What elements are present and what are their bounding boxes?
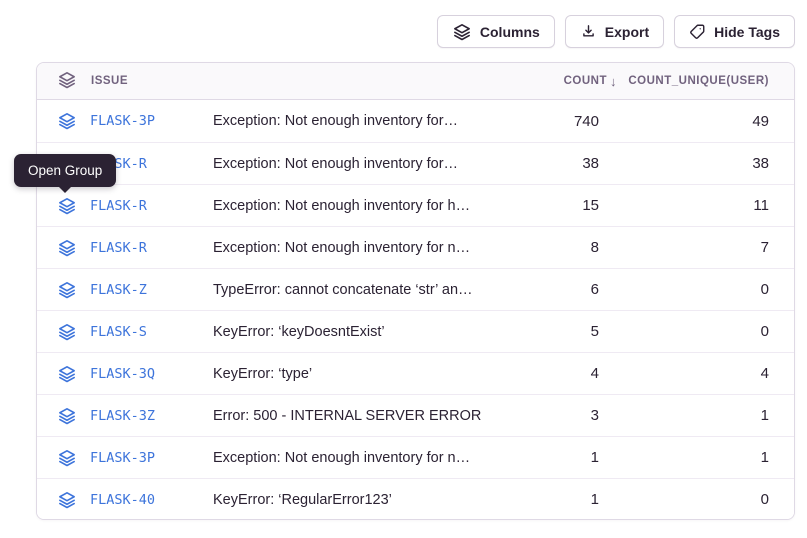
count-unique-value: 11 [599, 197, 794, 214]
table-row: FLASK-40 KeyError: ‘RegularError123’ 1 0 [37, 478, 794, 520]
layers-icon [452, 22, 472, 42]
count-value: 8 [509, 239, 599, 256]
header-issue-label: ISSUE [91, 75, 128, 87]
sort-desc-icon: ↓ [610, 74, 617, 89]
table-row: FLASK-3P Exception: Not enough inventory… [37, 100, 794, 142]
export-button-label: Export [605, 24, 649, 40]
issue-link[interactable]: FLASK-S [90, 324, 147, 340]
issue-title: Exception: Not enough inventory for n… [213, 450, 509, 466]
issue-cell: FLASK-3P [37, 111, 213, 131]
count-unique-value: 7 [599, 239, 794, 256]
count-value: 38 [509, 155, 599, 172]
issue-link[interactable]: FLASK-40 [90, 492, 155, 508]
results-table: ISSUE COUNT ↓ COUNT_UNIQUE(USER) FLASK-3… [36, 62, 795, 520]
count-value: 1 [509, 449, 599, 466]
table-header-row: ISSUE COUNT ↓ COUNT_UNIQUE(USER) [37, 63, 794, 100]
issue-cell: FLASK-3Q [37, 364, 213, 384]
issue-cell: FLASK-Z [37, 280, 213, 300]
table-toolbar: Columns Export Hide Tags [437, 15, 795, 48]
export-button[interactable]: Export [565, 15, 664, 48]
columns-button[interactable]: Columns [437, 15, 555, 48]
table-row: FLASK-R Exception: Not enough inventory … [37, 184, 794, 226]
layers-icon[interactable] [57, 322, 77, 342]
header-count[interactable]: COUNT ↓ [509, 74, 599, 89]
count-value: 1 [509, 491, 599, 508]
issue-title: Exception: Not enough inventory for h… [213, 198, 509, 214]
layers-icon[interactable] [57, 490, 77, 510]
count-value: 6 [509, 281, 599, 298]
table-row: FLASK-Z TypeError: cannot concatenate ‘s… [37, 268, 794, 310]
count-unique-value: 38 [599, 155, 794, 172]
issue-link[interactable]: FLASK-3P [90, 113, 155, 129]
count-unique-value: 1 [599, 407, 794, 424]
layers-icon [57, 70, 77, 93]
count-unique-value: 0 [599, 491, 794, 508]
count-value: 5 [509, 323, 599, 340]
count-unique-value: 0 [599, 281, 794, 298]
hide-tags-button-label: Hide Tags [714, 24, 780, 40]
count-value: 3 [509, 407, 599, 424]
issue-title: KeyError: ‘keyDoesntExist’ [213, 324, 509, 340]
tag-icon [689, 23, 706, 40]
issue-cell: FLASK-3P [37, 448, 213, 468]
layers-icon[interactable] [57, 196, 77, 216]
layers-icon[interactable] [57, 238, 77, 258]
open-group-tooltip: Open Group [14, 154, 116, 187]
table-row: FLASK-3Q KeyError: ‘type’ 4 4 [37, 352, 794, 394]
discover-results-page: Columns Export Hide Tags [0, 0, 807, 538]
issue-title: Exception: Not enough inventory for… [213, 113, 509, 129]
table-row: FLASK-R Exception: Not enough inventory … [37, 226, 794, 268]
issue-cell: FLASK-S [37, 322, 213, 342]
count-unique-value: 4 [599, 365, 794, 382]
header-count-unique[interactable]: COUNT_UNIQUE(USER) [599, 75, 794, 87]
issue-cell: FLASK-40 [37, 490, 213, 510]
table-row: FLASK-R Exception: Not enough inventory … [37, 142, 794, 184]
issue-cell: FLASK-R [37, 196, 213, 216]
table-row: FLASK-S KeyError: ‘keyDoesntExist’ 5 0 [37, 310, 794, 352]
issue-link[interactable]: FLASK-3P [90, 450, 155, 466]
issue-link[interactable]: FLASK-Z [90, 282, 147, 298]
issue-cell: FLASK-R [37, 238, 213, 258]
count-value: 15 [509, 197, 599, 214]
layers-icon[interactable] [57, 406, 77, 426]
header-count-unique-label: COUNT_UNIQUE(USER) [628, 75, 769, 87]
layers-icon[interactable] [57, 280, 77, 300]
issue-link[interactable]: FLASK-3Q [90, 366, 155, 382]
issue-title: Error: 500 - INTERNAL SERVER ERROR [213, 408, 509, 424]
issue-title: TypeError: cannot concatenate ‘str’ an… [213, 282, 509, 298]
issue-link[interactable]: FLASK-R [90, 198, 147, 214]
count-unique-value: 0 [599, 323, 794, 340]
count-unique-value: 49 [599, 113, 794, 130]
issue-cell: FLASK-3Z [37, 406, 213, 426]
layers-icon[interactable] [57, 448, 77, 468]
count-value: 4 [509, 365, 599, 382]
table-row: FLASK-3P Exception: Not enough inventory… [37, 436, 794, 478]
issue-link[interactable]: FLASK-3Z [90, 408, 155, 424]
download-icon [580, 23, 597, 40]
count-value: 740 [509, 113, 599, 130]
header-count-label: COUNT [564, 75, 607, 87]
issue-title: KeyError: ‘RegularError123’ [213, 492, 509, 508]
open-group-tooltip-label: Open Group [28, 163, 102, 178]
layers-icon[interactable] [57, 364, 77, 384]
header-issue[interactable]: ISSUE [37, 70, 213, 93]
layers-icon[interactable] [57, 111, 77, 131]
issue-title: Exception: Not enough inventory for n… [213, 240, 509, 256]
count-unique-value: 1 [599, 449, 794, 466]
columns-button-label: Columns [480, 24, 540, 40]
table-row: FLASK-3Z Error: 500 - INTERNAL SERVER ER… [37, 394, 794, 436]
issue-title: Exception: Not enough inventory for… [213, 156, 509, 172]
table-body: FLASK-3P Exception: Not enough inventory… [37, 100, 794, 520]
issue-title: KeyError: ‘type’ [213, 366, 509, 382]
issue-link[interactable]: FLASK-R [90, 240, 147, 256]
hide-tags-button[interactable]: Hide Tags [674, 15, 795, 48]
